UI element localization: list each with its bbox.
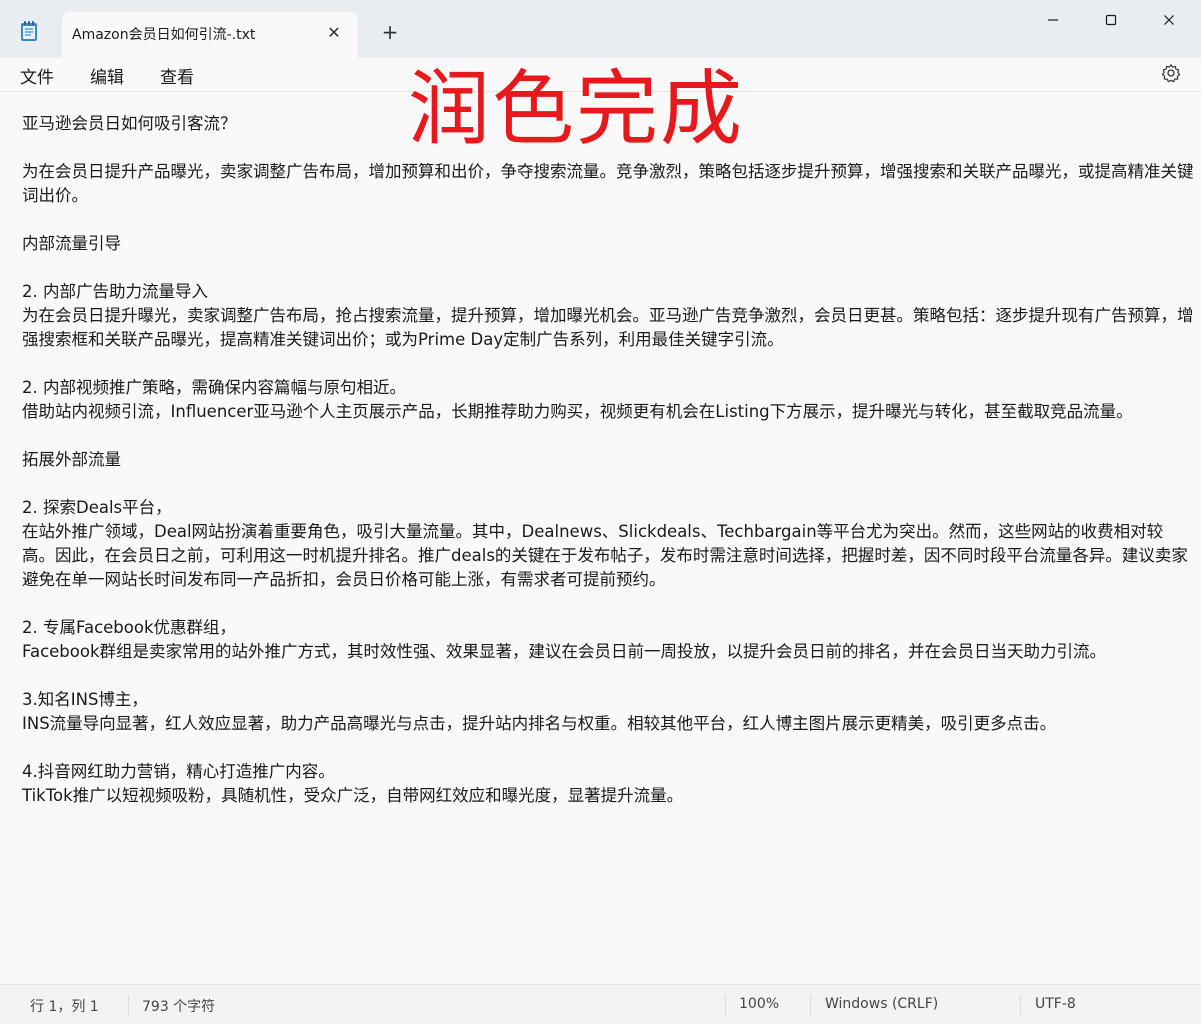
notepad-icon — [20, 20, 38, 42]
text-line: 内部流量引导 — [22, 234, 121, 253]
gear-icon — [1161, 63, 1181, 87]
character-count: 793 个字符 — [142, 999, 216, 1015]
text-line: 2. 内部视频推广策略，需确保内容篇幅与原句相近。 — [22, 378, 406, 397]
text-line — [22, 424, 1194, 448]
text-line — [22, 256, 1194, 280]
text-line — [22, 592, 1194, 616]
status-divider — [810, 995, 811, 1015]
close-icon — [1163, 11, 1175, 30]
encoding[interactable]: UTF-8 — [1035, 996, 1076, 1012]
line-ending[interactable]: Windows (CRLF) — [825, 996, 938, 1012]
text-line: TikTok推广以短视频吸粉，具随机性，受众广泛，自带网红效应和曝光度，显著提升… — [22, 786, 684, 805]
text-line: 3.知名INS博主， — [22, 690, 148, 709]
zoom-level[interactable]: 100% — [739, 996, 779, 1012]
status-divider — [725, 995, 726, 1015]
menu-edit[interactable]: 编辑 — [88, 63, 126, 88]
cursor-position: 行 1，列 1 — [30, 999, 99, 1015]
status-divider — [128, 995, 129, 1015]
text-line: INS流量导向显著，红人效应显著，助力产品高曝光与点击，提升站内排名与权重。相较… — [22, 714, 1057, 733]
text-line: 2. 专属Facebook优惠群组， — [22, 618, 237, 637]
text-line — [22, 472, 1194, 496]
menu-view[interactable]: 查看 — [158, 63, 196, 88]
text-line — [22, 736, 1194, 760]
status-divider — [1020, 995, 1021, 1015]
title-bar: Amazon会员日如何引流-.txt ✕ + — [0, 0, 1201, 58]
text-line: 借助站内视频引流，Influencer亚马逊个人主页展示产品，长期推荐助力购买，… — [22, 402, 1133, 421]
text-line — [22, 352, 1194, 376]
text-line: 2. 探索Deals平台， — [22, 498, 172, 517]
tab-close-icon[interactable]: ✕ — [324, 23, 344, 43]
tab-title: Amazon会员日如何引流-.txt — [72, 27, 256, 43]
document-tab[interactable]: Amazon会员日如何引流-.txt ✕ — [62, 12, 358, 58]
maximize-button[interactable] — [1088, 4, 1134, 36]
status-bar: 行 1，列 1 793 个字符 100% Windows (CRLF) UTF-… — [0, 984, 1201, 1024]
menu-file[interactable]: 文件 — [18, 63, 56, 88]
menu-bar: 文件 编辑 查看 — [0, 58, 1201, 92]
text-line: 拓展外部流量 — [22, 450, 121, 469]
text-line — [22, 136, 1194, 160]
text-line: Facebook群组是卖家常用的站外推广方式，其时效性强、效果显著，建议在会员日… — [22, 642, 1107, 661]
minimize-button[interactable] — [1030, 4, 1076, 36]
text-line — [22, 208, 1194, 232]
close-window-button[interactable] — [1146, 4, 1192, 36]
text-line: 在站外推广领域，Deal网站扮演着重要角色，吸引大量流量。其中，Dealnews… — [22, 522, 1188, 589]
editor-content[interactable]: 亚马逊会员日如何吸引客流？ 为在会员日提升产品曝光，卖家调整广告布局，增加预算和出… — [22, 112, 1194, 808]
new-tab-button[interactable]: + — [378, 20, 402, 44]
text-line: 为在会员日提升产品曝光，卖家调整广告布局，增加预算和出价，争夺搜索流量。竞争激烈… — [22, 162, 1194, 205]
maximize-icon — [1105, 11, 1117, 30]
minimize-icon — [1047, 11, 1059, 30]
text-line — [22, 664, 1194, 688]
settings-button[interactable] — [1158, 62, 1184, 88]
text-line: 2. 内部广告助力流量导入 — [22, 282, 208, 301]
text-line: 为在会员日提升曝光，卖家调整广告布局，抢占搜索流量，提升预算，增加曝光机会。亚马… — [22, 306, 1194, 349]
text-line: 亚马逊会员日如何吸引客流？ — [22, 114, 237, 133]
text-line: 4.抖音网红助力营销，精心打造推广内容。 — [22, 762, 335, 781]
text-editor[interactable]: 亚马逊会员日如何吸引客流？ 为在会员日提升产品曝光，卖家调整广告布局，增加预算和出… — [0, 92, 1201, 984]
